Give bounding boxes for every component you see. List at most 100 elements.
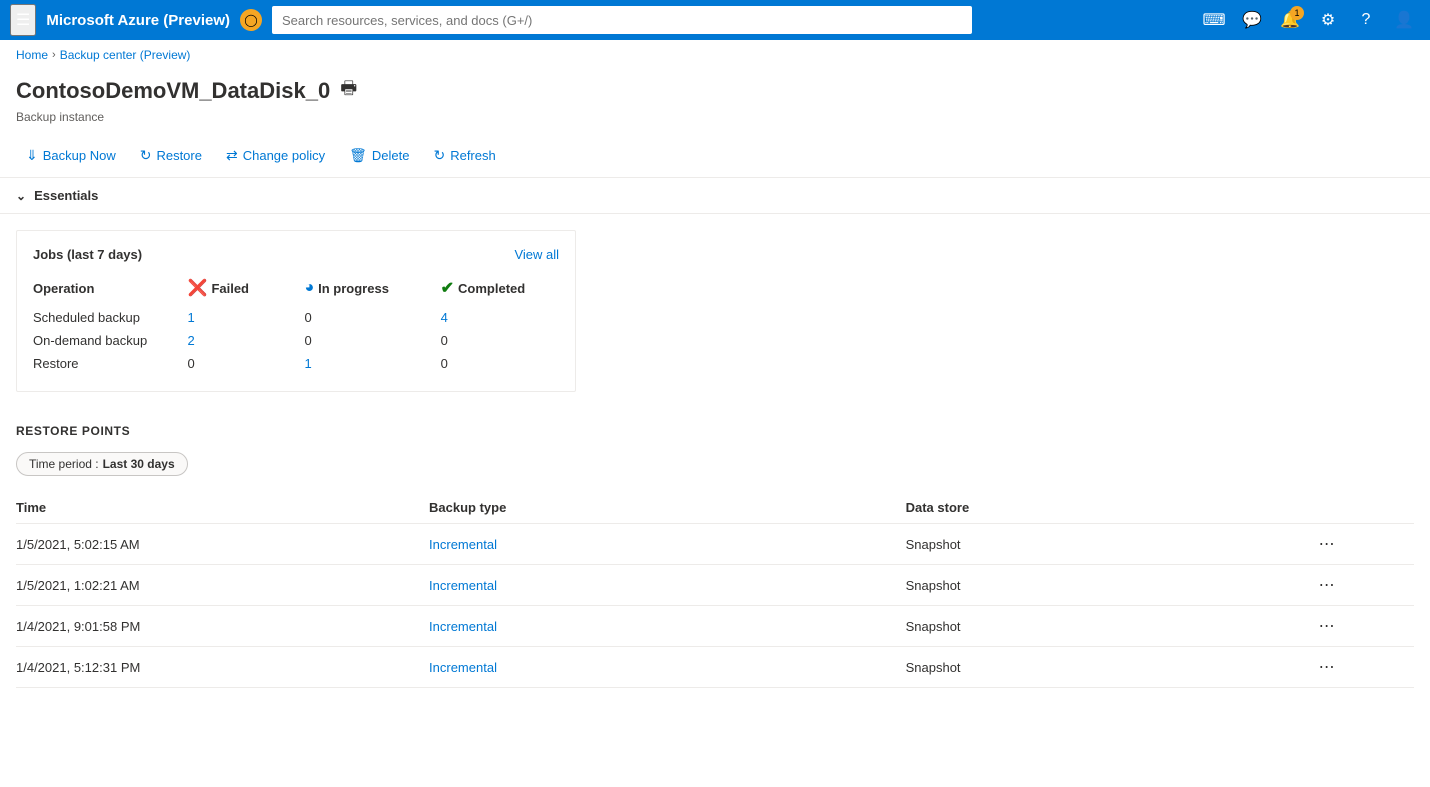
change-policy-icon: ⇄ — [226, 147, 238, 164]
settings-button[interactable]: ⚙ — [1312, 4, 1344, 36]
restore-label: Restore — [156, 148, 202, 163]
rp-data-store: Snapshot — [906, 606, 1319, 647]
rp-data-store: Snapshot — [906, 565, 1319, 606]
page-header: ContosoDemoVM_DataDisk_0 🖶 — [0, 70, 1430, 110]
delete-icon: 🗑 — [349, 147, 367, 164]
failed-count-link[interactable]: 2 — [188, 333, 195, 348]
feedback-button[interactable]: 💬 — [1236, 4, 1268, 36]
account-button[interactable]: 👤 — [1388, 4, 1420, 36]
breadcrumb-sep-1: › — [52, 49, 56, 61]
restore-icon: ↻ — [140, 147, 152, 164]
rp-more-actions-button[interactable]: ⋯ — [1319, 657, 1337, 677]
jobs-col-failed: ❌ Failed — [188, 274, 305, 306]
refresh-label: Refresh — [450, 148, 496, 163]
essentials-chevron-icon: ⌄ — [16, 189, 26, 203]
completed-count: 0 — [441, 356, 448, 371]
jobs-col-inprogress: ◕ In progress — [304, 274, 440, 306]
rp-more-actions-button[interactable]: ⋯ — [1319, 534, 1337, 554]
rp-actions-cell: ⋯ — [1319, 647, 1414, 688]
help-button[interactable]: ? — [1350, 4, 1382, 36]
delete-button[interactable]: 🗑 Delete — [339, 142, 419, 169]
completed-status-header: ✔ Completed — [441, 278, 526, 298]
restore-point-row: 1/5/2021, 1:02:21 AM Incremental Snapsho… — [16, 565, 1414, 606]
topbar: ☰ Microsoft Azure (Preview) ◯ ⌨ 💬 🔔 1 ⚙ … — [0, 0, 1430, 40]
essentials-label: Essentials — [34, 188, 98, 203]
hamburger-menu[interactable]: ☰ — [10, 4, 36, 36]
notifications-button[interactable]: 🔔 1 — [1274, 4, 1306, 36]
job-inprogress: 1 — [304, 352, 440, 375]
breadcrumb: Home › Backup center (Preview) — [0, 40, 1430, 70]
failed-icon: ❌ — [188, 278, 208, 298]
refresh-button[interactable]: ↻ Refresh — [423, 142, 505, 169]
rp-time: 1/5/2021, 5:02:15 AM — [16, 524, 429, 565]
rp-col-data-store: Data store — [906, 492, 1319, 524]
jobs-col-completed: ✔ Completed — [441, 274, 559, 306]
backup-now-button[interactable]: ⇓ Backup Now — [16, 142, 126, 169]
print-icon[interactable]: 🖶 — [340, 76, 357, 106]
job-completed: 0 — [441, 352, 559, 375]
breadcrumb-home[interactable]: Home — [16, 48, 48, 62]
jobs-title: Jobs (last 7 days) — [33, 247, 142, 262]
rp-backup-type[interactable]: Incremental — [429, 647, 906, 688]
rp-more-actions-button[interactable]: ⋯ — [1319, 575, 1337, 595]
rp-col-time: Time — [16, 492, 429, 524]
rp-actions-cell: ⋯ — [1319, 606, 1414, 647]
global-search-input[interactable] — [272, 6, 972, 34]
rp-time: 1/4/2021, 9:01:58 PM — [16, 606, 429, 647]
inprogress-count-link[interactable]: 1 — [304, 356, 311, 371]
cloud-shell-button[interactable]: ⌨ — [1198, 4, 1230, 36]
restore-points-title: RESTORE POINTS — [16, 424, 1414, 438]
job-completed: 4 — [441, 306, 559, 329]
rp-col-actions — [1319, 492, 1414, 524]
completed-count-link[interactable]: 4 — [441, 310, 448, 325]
failed-count: 0 — [188, 356, 195, 371]
job-operation: Scheduled backup — [33, 306, 188, 329]
inprogress-status-header: ◕ In progress — [304, 279, 388, 297]
time-period-filter[interactable]: Time period : Last 30 days — [16, 452, 188, 476]
backup-now-label: Backup Now — [43, 148, 116, 163]
rp-time: 1/5/2021, 1:02:21 AM — [16, 565, 429, 606]
completed-icon: ✔ — [441, 278, 454, 298]
rp-time: 1/4/2021, 5:12:31 PM — [16, 647, 429, 688]
rp-backup-type[interactable]: Incremental — [429, 606, 906, 647]
inprogress-count: 0 — [304, 310, 311, 325]
time-period-value: Last 30 days — [103, 457, 175, 471]
topbar-icons: ⌨ 💬 🔔 1 ⚙ ? 👤 — [1198, 4, 1420, 36]
jobs-table-row: On-demand backup 2 0 0 — [33, 329, 559, 352]
restore-button[interactable]: ↻ Restore — [130, 142, 212, 169]
jobs-col-operation: Operation — [33, 274, 188, 306]
change-policy-button[interactable]: ⇄ Change policy — [216, 142, 335, 169]
jobs-card-header: Jobs (last 7 days) View all — [33, 247, 559, 262]
breadcrumb-backup-center[interactable]: Backup center (Preview) — [60, 48, 191, 62]
completed-count: 0 — [441, 333, 448, 348]
page-title: ContosoDemoVM_DataDisk_0 — [16, 78, 330, 104]
rp-actions-cell: ⋯ — [1319, 565, 1414, 606]
azure-badge: ◯ — [240, 9, 262, 31]
toolbar: ⇓ Backup Now ↻ Restore ⇄ Change policy 🗑… — [0, 134, 1430, 178]
inprogress-count: 0 — [304, 333, 311, 348]
job-completed: 0 — [441, 329, 559, 352]
view-all-link[interactable]: View all — [514, 247, 559, 262]
backup-now-icon: ⇓ — [26, 147, 38, 164]
failed-status-header: ❌ Failed — [188, 278, 250, 298]
time-period-label: Time period : — [29, 457, 99, 471]
restore-point-row: 1/5/2021, 5:02:15 AM Incremental Snapsho… — [16, 524, 1414, 565]
job-operation: On-demand backup — [33, 329, 188, 352]
job-failed: 1 — [188, 306, 305, 329]
rp-col-backup-type: Backup type — [429, 492, 906, 524]
jobs-table-row: Restore 0 1 0 — [33, 352, 559, 375]
rp-backup-type[interactable]: Incremental — [429, 565, 906, 606]
essentials-section-header[interactable]: ⌄ Essentials — [0, 178, 1430, 214]
job-inprogress: 0 — [304, 329, 440, 352]
rp-backup-type[interactable]: Incremental — [429, 524, 906, 565]
failed-count-link[interactable]: 1 — [188, 310, 195, 325]
page-subtitle: Backup instance — [0, 110, 1430, 134]
content-area: Jobs (last 7 days) View all Operation ❌ … — [0, 214, 1430, 408]
app-title: Microsoft Azure (Preview) — [46, 12, 230, 29]
job-failed: 2 — [188, 329, 305, 352]
change-policy-label: Change policy — [243, 148, 325, 163]
job-operation: Restore — [33, 352, 188, 375]
rp-data-store: Snapshot — [906, 647, 1319, 688]
rp-more-actions-button[interactable]: ⋯ — [1319, 616, 1337, 636]
rp-actions-cell: ⋯ — [1319, 524, 1414, 565]
